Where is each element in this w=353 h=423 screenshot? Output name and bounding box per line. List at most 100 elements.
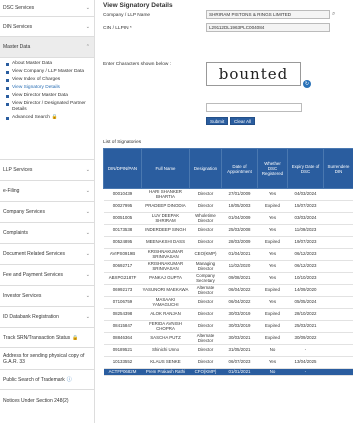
company-name-label: Company / LLP Name [103, 13, 151, 18]
sidebar-item-id-databank-registration[interactable]: ID Databank Registration ⌄ [0, 307, 94, 328]
table-cell: 28/10/2022 [287, 308, 324, 321]
sidebar-item-label: DIN Services [3, 23, 33, 30]
table-cell: ACTFP0682M [103, 368, 142, 376]
sidebar-item-document-related-services[interactable]: Document Related Services ⌄ [0, 244, 94, 265]
chevron-down-icon: ⌄ [85, 188, 90, 194]
table-cell [323, 284, 353, 297]
table-cell: FERIDA AVNISH CHOPRA [141, 320, 190, 333]
table-cell: CEO(KMP) [189, 248, 222, 261]
sidebar-item-company-services[interactable]: Company Services ⌄ [0, 202, 94, 223]
sidebar-item-label: e-Filing [3, 188, 20, 194]
sidebar-item-din-services[interactable]: DIN Services ⌄ [0, 17, 94, 37]
table-cell: No [257, 344, 288, 357]
company-name-input[interactable]: SHRIRAM PISTONS & RINGS LIMITED [206, 10, 330, 19]
column-header[interactable]: Full Name [141, 148, 190, 189]
sidebar-item-label: LLP Services [3, 167, 33, 173]
column-header[interactable]: Designation [189, 148, 222, 189]
column-header[interactable]: Date of Appointment [221, 148, 258, 189]
sidebar-item-e-filing[interactable]: e-Filing ⌄ [0, 181, 94, 202]
table-cell: KRISHNAKUMAR SRINIVASAN [141, 248, 190, 261]
submenu-view-director-master-data[interactable]: View Director Master Data [0, 92, 94, 100]
table-cell: 00027995 [103, 200, 142, 213]
captcha-input[interactable] [206, 103, 302, 112]
chevron-down-icon: ⌄ [85, 23, 90, 30]
table-row: 07106759 MASAAKI YAMAGUCHI Director 06/04/2… [103, 296, 353, 309]
submenu-label: View Director Master Data [12, 93, 68, 98]
table-row: 00051005 LUV DEEPAK SHRIRAM Wholetime Dire… [103, 212, 353, 225]
table-row: AVIPS0919B KRISHNAKUMAR SRINIVASAN CEO(KMP… [103, 248, 353, 261]
submenu-advanced-search[interactable]: Advanced Search 🔒 [0, 114, 94, 122]
table-cell: - [287, 344, 324, 357]
sidebar-item-investor-services[interactable]: Investor Services ⌄ [0, 286, 94, 307]
sidebar: DSC Services ⌄ DIN Services ⌄ Master Dat… [0, 0, 95, 423]
table-cell: Yes [257, 188, 288, 201]
table-cell: 06/07/2023 [221, 356, 258, 369]
chevron-down-icon: ⌄ [85, 167, 90, 173]
cin-input[interactable]: L29112DL1963PLC004084 [206, 23, 330, 32]
table-cell: No [257, 368, 288, 376]
table-cell: MEENAKSHI DASS [141, 236, 190, 249]
table-cell: 08846364 [103, 332, 142, 345]
column-header[interactable]: Surrendere DIN [323, 148, 353, 189]
table-cell: CFO(KMP) [189, 368, 222, 376]
table-cell: Alternate Director [189, 332, 222, 345]
column-header[interactable]: DIN/DPIN/PAN [103, 148, 142, 189]
table-cell: Yes [257, 212, 288, 225]
table-cell: 10/10/2023 [287, 272, 324, 285]
table-cell [323, 248, 353, 261]
table-cell: Expired [257, 236, 288, 249]
submenu-about-master-data[interactable]: About Master Data [0, 60, 94, 68]
table-cell: 09189521 [103, 344, 142, 357]
column-header[interactable]: Whether DSC Registered [257, 148, 288, 189]
table-cell: YASUNORI MAEKAWA [141, 284, 190, 297]
sidebar-item-fee-and-payment-services[interactable]: Fee and Payment Services ⌄ [0, 265, 94, 286]
table-row: 09189521 Shinichi Unno Director 31/05/2021 N… [103, 344, 353, 357]
search-icon[interactable]: ⌕ [332, 11, 335, 18]
sidebar-item-public-search-of-trademark[interactable]: Public Search of Trademark ⓘ [0, 370, 94, 390]
sidebar-item-master-data[interactable]: Master Data ⌃ [0, 37, 94, 58]
table-cell: KRISHNAKUMAR SRINIVASAN [141, 260, 190, 273]
table-header-row: DIN/DPIN/PAN Full Name Designation Date … [103, 148, 353, 189]
sidebar-item-label: Address for sending physical copy of G.A… [3, 352, 85, 365]
table-cell: 13/04/2025 [287, 356, 324, 369]
sidebar-item-label: Master Data [3, 44, 31, 50]
submenu-label: Advanced Search [12, 115, 50, 120]
sidebar-item-notices-section-248[interactable]: Notices Under Section 248(2) [0, 390, 94, 412]
table-cell: Prem Prakash Rathi [141, 368, 190, 376]
sidebar-item-address-for-physical-copy[interactable]: Address for sending physical copy of G.A… [0, 348, 94, 370]
sidebar-item-track-srn[interactable]: Track SRN/Transaction Status 🔒 [0, 328, 94, 348]
chevron-down-icon: ⌄ [85, 314, 90, 320]
submenu-view-signatory-details[interactable]: View Signatory Details [0, 84, 94, 92]
table-cell: 28/03/2009 [221, 236, 258, 249]
chevron-down-icon: ⌄ [85, 251, 90, 257]
chevron-down-icon: ⌄ [85, 293, 90, 299]
table-row: 00173538 INDERDEEP SINGH Director 25/03/200… [103, 224, 353, 237]
table-cell: 27/01/2009 [221, 188, 258, 201]
refresh-captcha-icon[interactable]: ↻ [303, 80, 311, 88]
table-cell: Yes [257, 260, 288, 273]
submenu-view-index-of-charges[interactable]: View Index of Charges [0, 76, 94, 84]
sidebar-item-label: Investor Services [3, 293, 42, 299]
clear-all-button[interactable]: Clear All [230, 117, 256, 125]
column-header[interactable]: Expiry Date of DSC [287, 148, 324, 189]
submit-button[interactable]: Submit [206, 117, 229, 125]
table-cell: Director [189, 356, 222, 369]
sidebar-item-label: Complaints [3, 230, 29, 236]
table-row: 08254398 ALOK RANJAN Director 30/03/2019 Exp… [103, 308, 353, 321]
table-cell: Yes [257, 272, 288, 285]
table-cell: 19/07/2023 [287, 236, 324, 249]
submenu-view-company-master-data[interactable]: View Company / LLP Master Data [0, 68, 94, 76]
sidebar-item-dsc-services[interactable]: DSC Services ⌄ [0, 0, 94, 17]
table-cell: ALOK RANJAN [141, 308, 190, 321]
sidebar-item-label: ID Databank Registration [3, 314, 59, 320]
table-cell: 01/04/2009 [221, 212, 258, 225]
submenu-label: View Index of Charges [12, 77, 61, 82]
table-cell [323, 236, 353, 249]
sidebar-item-llp-services[interactable]: LLP Services ⌄ [0, 160, 94, 181]
sidebar-item-complaints[interactable]: Complaints ⌄ [0, 223, 94, 244]
table-cell: Alternate Director [189, 284, 222, 297]
table-row: 08846364 SASCHA PUTZ Alternate Director 30/… [103, 332, 353, 345]
submenu-view-director-details[interactable]: View Director / Designated Partner Detai… [0, 100, 94, 114]
table-cell: 01/01/2021 [221, 368, 258, 376]
table-cell: SASCHA PUTZ [141, 332, 190, 345]
